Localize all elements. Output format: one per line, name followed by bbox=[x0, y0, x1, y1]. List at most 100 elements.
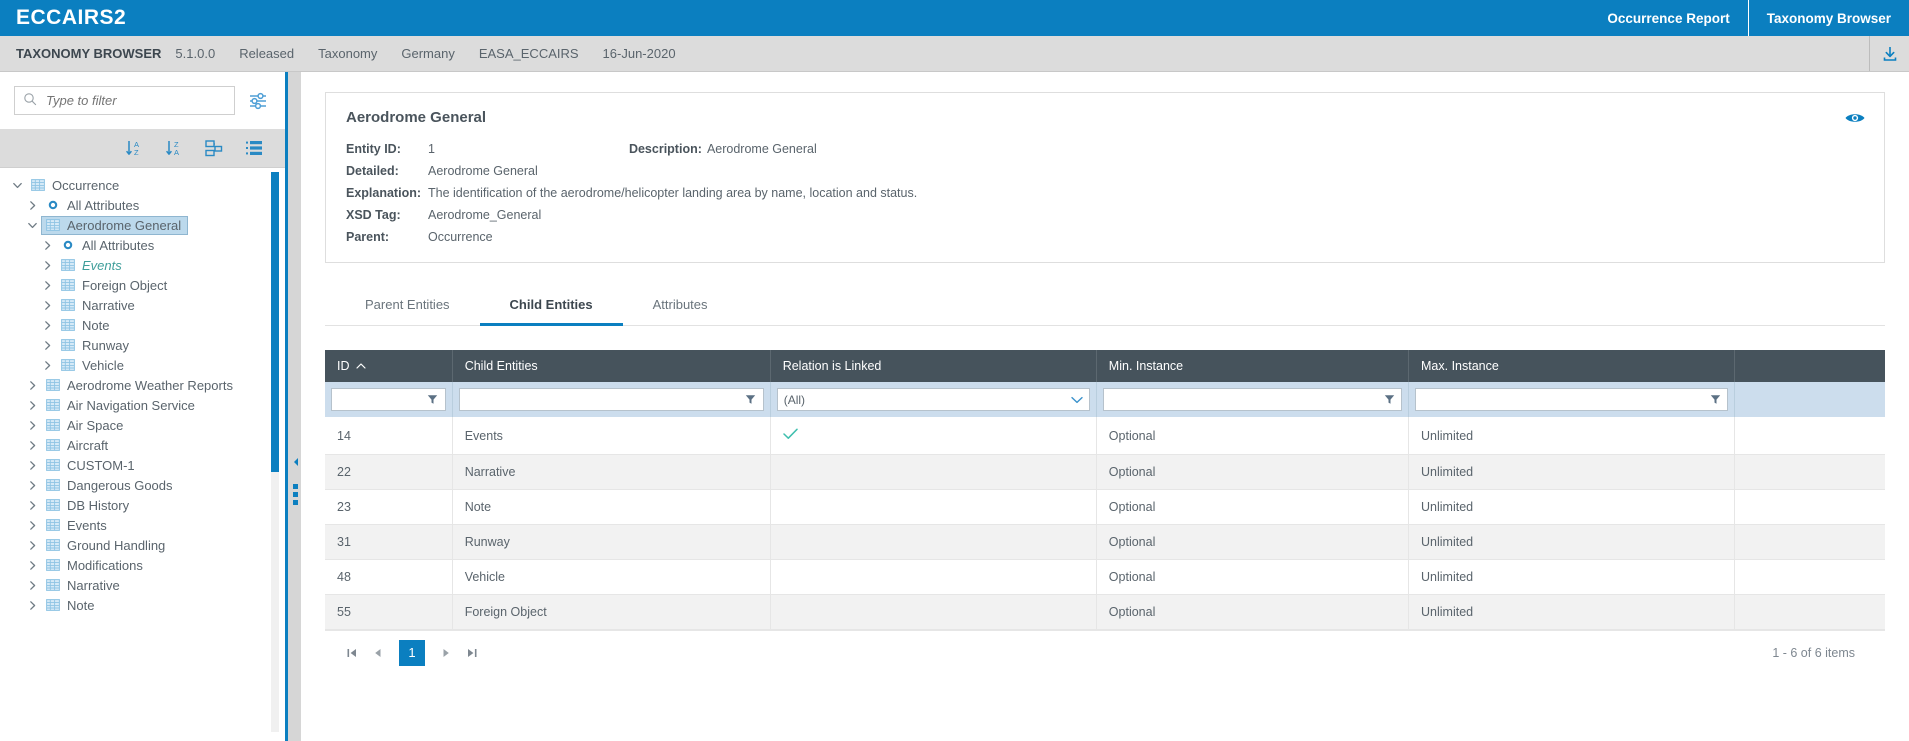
chevron-down-icon[interactable] bbox=[1071, 393, 1083, 407]
tree-node-content[interactable]: Occurrence bbox=[26, 176, 126, 195]
tree-scrollbar[interactable] bbox=[271, 172, 279, 732]
page-prev-icon[interactable] bbox=[365, 640, 391, 666]
tree-node[interactable]: All Attributes bbox=[0, 195, 285, 215]
chevron-right-icon[interactable] bbox=[23, 376, 41, 394]
sort-a-z-icon[interactable]: A Z bbox=[123, 137, 145, 159]
tree-node[interactable]: Air Space bbox=[0, 415, 285, 435]
search-box[interactable] bbox=[14, 86, 235, 115]
tree-node-content[interactable]: Events bbox=[56, 256, 129, 275]
chevron-right-icon[interactable] bbox=[38, 356, 56, 374]
tree-node[interactable]: All Attributes bbox=[0, 235, 285, 255]
tree-node[interactable]: Vehicle bbox=[0, 355, 285, 375]
chevron-right-icon[interactable] bbox=[38, 316, 56, 334]
tree-node-content[interactable]: Ground Handling bbox=[41, 536, 172, 555]
chevron-right-icon[interactable] bbox=[23, 456, 41, 474]
tab-child-entities[interactable]: Child Entities bbox=[480, 285, 623, 326]
table-row[interactable]: 22NarrativeOptionalUnlimited bbox=[325, 455, 1885, 490]
tree-node-content[interactable]: DB History bbox=[41, 496, 136, 515]
page-number-1[interactable]: 1 bbox=[399, 640, 425, 666]
chevron-down-icon[interactable] bbox=[8, 176, 26, 194]
tab-attributes[interactable]: Attributes bbox=[623, 285, 738, 326]
tree-node[interactable]: Events bbox=[0, 515, 285, 535]
column-header-max-instance[interactable]: Max. Instance bbox=[1409, 350, 1735, 382]
chevron-right-icon[interactable] bbox=[38, 296, 56, 314]
panel-splitter[interactable] bbox=[285, 72, 301, 741]
eye-icon[interactable] bbox=[1844, 109, 1866, 127]
tree-node-content[interactable]: Narrative bbox=[41, 576, 127, 595]
chevron-right-icon[interactable] bbox=[38, 336, 56, 354]
tree-node-content[interactable]: All Attributes bbox=[56, 236, 161, 255]
chevron-right-icon[interactable] bbox=[38, 256, 56, 274]
tree-node[interactable]: Note bbox=[0, 315, 285, 335]
tree-node[interactable]: Events bbox=[0, 255, 285, 275]
tree-node[interactable]: Aircraft bbox=[0, 435, 285, 455]
chevron-right-icon[interactable] bbox=[23, 396, 41, 414]
filter-box-max-instance[interactable] bbox=[1415, 388, 1728, 411]
filter-box-min-instance[interactable] bbox=[1103, 388, 1402, 411]
tree-node-content[interactable]: Air Space bbox=[41, 416, 130, 435]
filter-funnel-icon[interactable] bbox=[1381, 394, 1397, 405]
page-first-icon[interactable] bbox=[339, 640, 365, 666]
filter-input-id[interactable] bbox=[338, 392, 425, 408]
tree-node[interactable]: Occurrence bbox=[0, 175, 285, 195]
tree-node[interactable]: Modifications bbox=[0, 555, 285, 575]
page-last-icon[interactable] bbox=[459, 640, 485, 666]
tree-node[interactable]: Ground Handling bbox=[0, 535, 285, 555]
tree-node-content[interactable]: CUSTOM-1 bbox=[41, 456, 142, 475]
tree-scrollbar-thumb[interactable] bbox=[271, 172, 279, 472]
chevron-right-icon[interactable] bbox=[23, 556, 41, 574]
filter-funnel-icon[interactable] bbox=[743, 394, 759, 405]
sliders-icon[interactable] bbox=[245, 88, 271, 114]
page-next-icon[interactable] bbox=[433, 640, 459, 666]
tree-node-content[interactable]: Aerodrome Weather Reports bbox=[41, 376, 240, 395]
tree-node[interactable]: Narrative bbox=[0, 575, 285, 595]
chevron-right-icon[interactable] bbox=[23, 196, 41, 214]
column-header-min-instance[interactable]: Min. Instance bbox=[1096, 350, 1408, 382]
tree-node-content[interactable]: All Attributes bbox=[41, 196, 146, 215]
sort-z-a-icon[interactable]: Z A bbox=[163, 137, 185, 159]
tree-node[interactable]: Air Navigation Service bbox=[0, 395, 285, 415]
table-row[interactable]: 48VehicleOptionalUnlimited bbox=[325, 560, 1885, 595]
filter-box-child-entities[interactable] bbox=[459, 388, 764, 411]
nav-occurrence-report[interactable]: Occurrence Report bbox=[1589, 0, 1747, 36]
chevron-right-icon[interactable] bbox=[23, 596, 41, 614]
tree-node[interactable]: Note bbox=[0, 595, 285, 615]
tree-node[interactable]: DB History bbox=[0, 495, 285, 515]
filter-input-child-entities[interactable] bbox=[466, 392, 743, 408]
table-row[interactable]: 14EventsOptionalUnlimited bbox=[325, 417, 1885, 455]
tree-node-content[interactable]: Note bbox=[41, 596, 101, 615]
chevron-right-icon[interactable] bbox=[23, 536, 41, 554]
tab-parent-entities[interactable]: Parent Entities bbox=[335, 285, 480, 326]
hierarchy-icon[interactable] bbox=[203, 137, 225, 159]
chevron-right-icon[interactable] bbox=[23, 476, 41, 494]
chevron-right-icon[interactable] bbox=[38, 276, 56, 294]
column-header-child-entities[interactable]: Child Entities bbox=[452, 350, 770, 382]
chevron-right-icon[interactable] bbox=[23, 516, 41, 534]
tree-node-content[interactable]: Note bbox=[56, 316, 116, 335]
tree-node[interactable]: Foreign Object bbox=[0, 275, 285, 295]
chevron-right-icon[interactable] bbox=[23, 576, 41, 594]
filter-box-id[interactable] bbox=[331, 388, 446, 411]
download-icon[interactable] bbox=[1869, 36, 1909, 71]
chevron-right-icon[interactable] bbox=[23, 496, 41, 514]
search-input[interactable] bbox=[44, 92, 226, 109]
splitter-grip[interactable] bbox=[293, 484, 298, 505]
tree-node-content[interactable]: Aerodrome General bbox=[41, 216, 188, 235]
tree-node-content[interactable]: Dangerous Goods bbox=[41, 476, 180, 495]
tree-node[interactable]: Runway bbox=[0, 335, 285, 355]
collapse-panel-icon[interactable] bbox=[291, 457, 301, 467]
column-header-relation-is-linked[interactable]: Relation is Linked bbox=[770, 350, 1096, 382]
filter-input-max-instance[interactable] bbox=[1422, 392, 1707, 408]
filter-funnel-icon[interactable] bbox=[425, 394, 441, 405]
tree-node[interactable]: Narrative bbox=[0, 295, 285, 315]
tree-node[interactable]: Aerodrome General bbox=[0, 215, 285, 235]
tree-node-content[interactable]: Air Navigation Service bbox=[41, 396, 202, 415]
chevron-down-icon[interactable] bbox=[23, 216, 41, 234]
chevron-right-icon[interactable] bbox=[23, 416, 41, 434]
nav-taxonomy-browser[interactable]: Taxonomy Browser bbox=[1748, 0, 1909, 36]
filter-funnel-icon[interactable] bbox=[1707, 394, 1723, 405]
tree-node-content[interactable]: Modifications bbox=[41, 556, 150, 575]
tree-node[interactable]: CUSTOM-1 bbox=[0, 455, 285, 475]
table-row[interactable]: 31RunwayOptionalUnlimited bbox=[325, 525, 1885, 560]
filter-input-min-instance[interactable] bbox=[1110, 392, 1381, 408]
